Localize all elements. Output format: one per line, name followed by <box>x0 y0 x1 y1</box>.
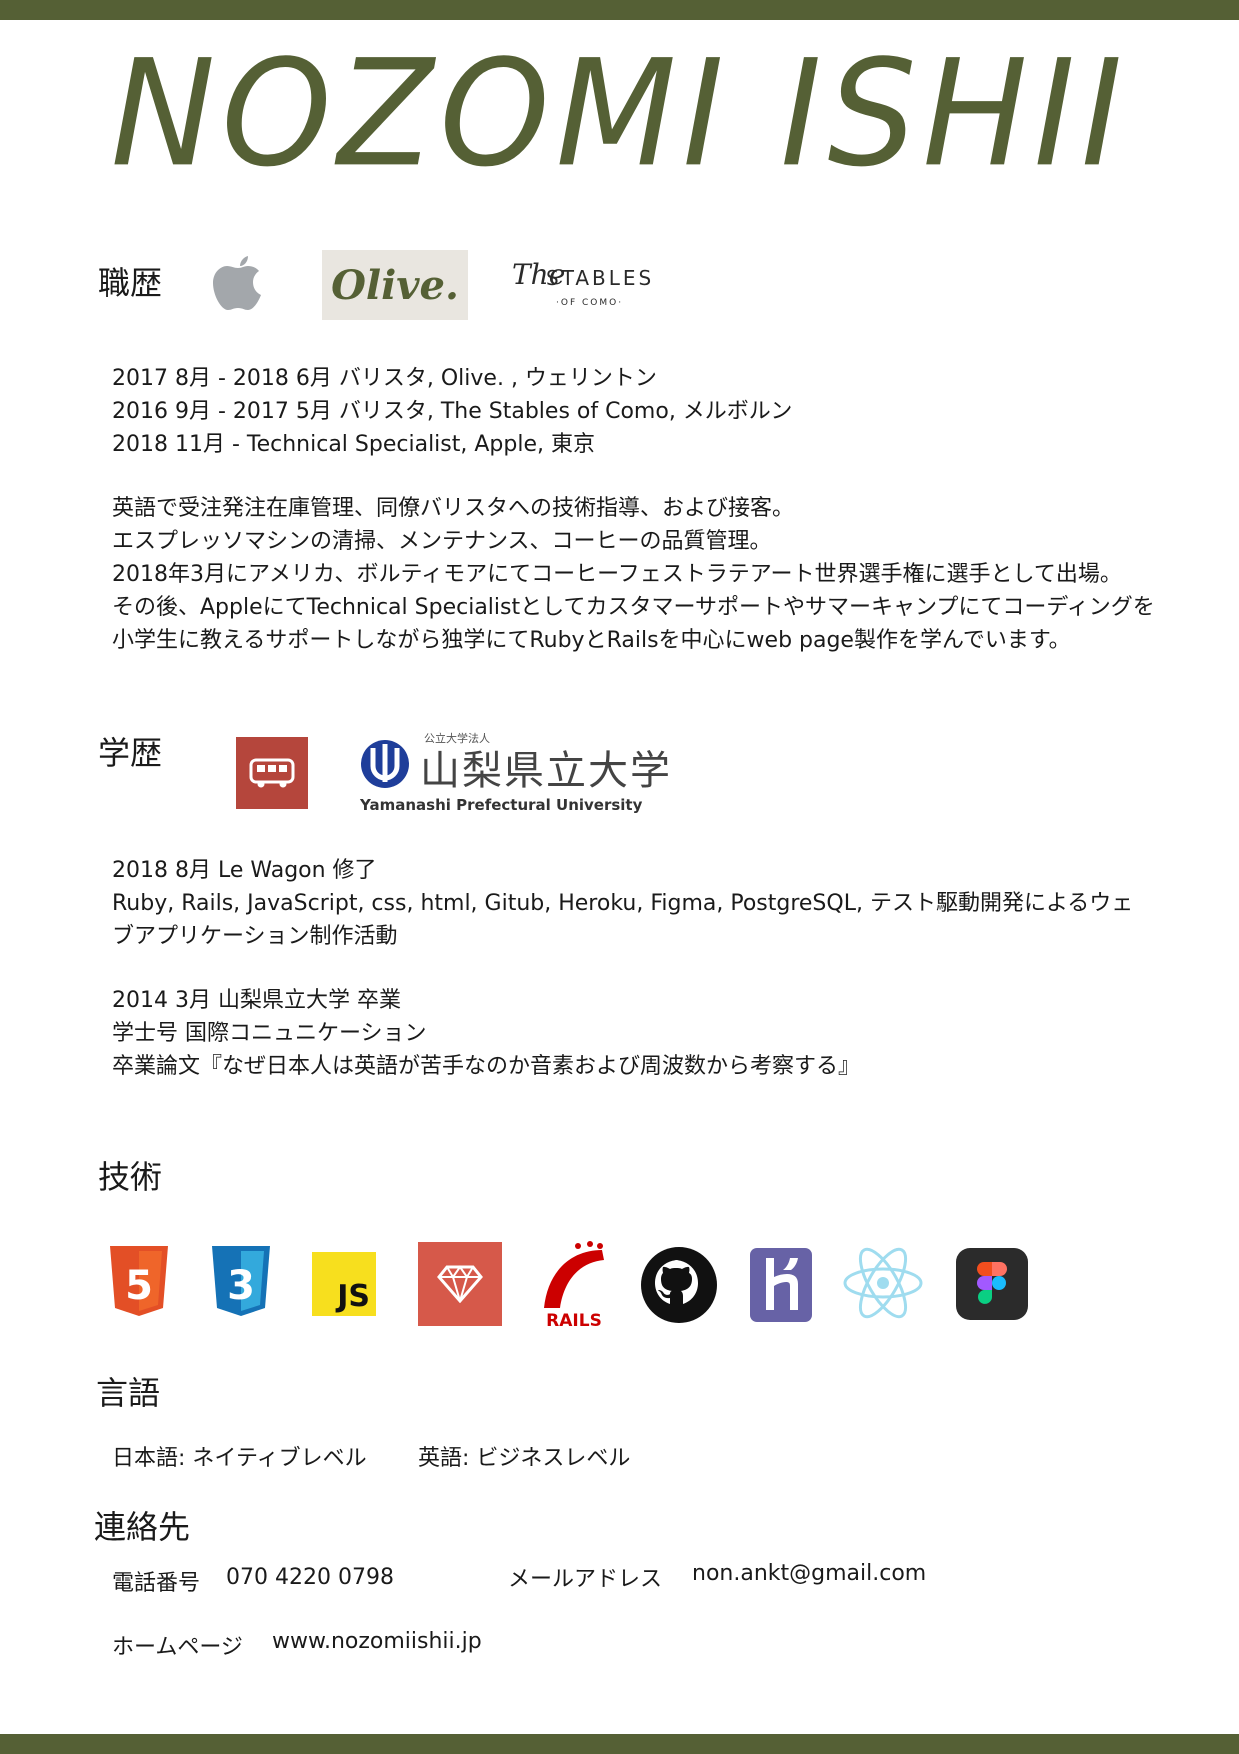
svg-text:RAILS: RAILS <box>546 1311 602 1328</box>
education-line: 2018 8月 Le Wagon 修了 <box>112 858 377 883</box>
olive-logo: Olive. <box>322 250 468 320</box>
phone-number: 070 4220 0798 <box>226 1565 394 1590</box>
rails-icon: RAILS <box>544 1241 604 1328</box>
education-line: 学士号 国際コニュニケーション <box>112 1021 427 1046</box>
university-emblem-icon <box>361 740 409 788</box>
languages-heading: 言語 <box>96 1374 161 1412</box>
skills-heading: 技術 <box>98 1158 163 1196</box>
stables-logo: The STABLES ·OF COMO· <box>512 258 655 308</box>
work-entry: 2017 8月 - 2018 6月 バリスタ, Olive. , ウェリントン <box>112 366 657 391</box>
ruby-icon <box>418 1242 502 1326</box>
work-entries: 2017 8月 - 2018 6月 バリスタ, Olive. , ウェリントン … <box>112 362 1155 657</box>
education-line: 卒業論文『なぜ日本人は英語が苦手なのか音素および周波数から考察する』 <box>112 1054 861 1079</box>
language-japanese: 日本語: ネイティブレベル <box>112 1446 367 1471</box>
work-entry: 2018 11月 - Technical Specialist, Apple, … <box>112 432 595 457</box>
homepage-link[interactable]: www.nozomiishii.jp <box>272 1629 482 1654</box>
education-line: 2014 3月 山梨県立大学 卒業 <box>112 988 401 1013</box>
yamanashi-university-logo: 公立大学法人 山梨県立大学 Yamanashi Prefectural Univ… <box>356 730 670 820</box>
work-description-line: 小学生に教えるサポートしながら独学にてRubyとRailsを中心にweb pag… <box>112 628 1071 653</box>
bottom-accent-bar <box>0 1734 1239 1754</box>
css3-icon: 3 <box>212 1246 270 1316</box>
html5-icon: 5 <box>110 1246 168 1316</box>
svg-text:3: 3 <box>227 1263 255 1309</box>
figma-icon <box>956 1248 1028 1320</box>
github-icon <box>641 1247 717 1323</box>
contact-heading: 連絡先 <box>94 1508 191 1546</box>
work-heading: 職歴 <box>98 264 163 302</box>
email-address[interactable]: non.ankt@gmail.com <box>692 1561 926 1586</box>
education-line: Ruby, Rails, JavaScript, css, html, Gitu… <box>112 891 1134 916</box>
email-label: メールアドレス <box>508 1567 663 1592</box>
work-description-line: 2018年3月にアメリカ、ボルティモアにてコーヒーフェストラテアート世界選手権に… <box>112 562 1122 587</box>
top-accent-bar <box>0 0 1239 20</box>
apple-logo-icon <box>213 256 261 310</box>
javascript-icon: JS <box>312 1252 376 1316</box>
work-entry: 2016 9月 - 2017 5月 バリスタ, The Stables of C… <box>112 399 793 424</box>
react-icon <box>843 1247 923 1319</box>
work-description-line: 英語で受注発注在庫管理、同僚バリスタへの技術指導、および接客。 <box>112 496 795 521</box>
education-entries: 2018 8月 Le Wagon 修了 Ruby, Rails, JavaScr… <box>112 854 1133 1083</box>
heroku-icon <box>750 1248 812 1322</box>
svg-text:5: 5 <box>125 1263 153 1309</box>
education-heading: 学歴 <box>98 734 163 772</box>
education-line: ブアプリケーション制作活動 <box>112 924 398 949</box>
work-description-line: その後、AppleにてTechnical Specialistとしてカスタマーサ… <box>112 595 1155 620</box>
work-description-line: エスプレッソマシンの清掃、メンテナンス、コーヒーの品質管理。 <box>112 529 772 554</box>
homepage-label: ホームページ <box>112 1635 243 1660</box>
language-english: 英語: ビジネスレベル <box>418 1446 631 1471</box>
phone-label: 電話番号 <box>112 1571 201 1596</box>
le-wagon-bus-icon <box>236 737 308 809</box>
resume-name: NOZOMI ISHII <box>110 28 1129 201</box>
